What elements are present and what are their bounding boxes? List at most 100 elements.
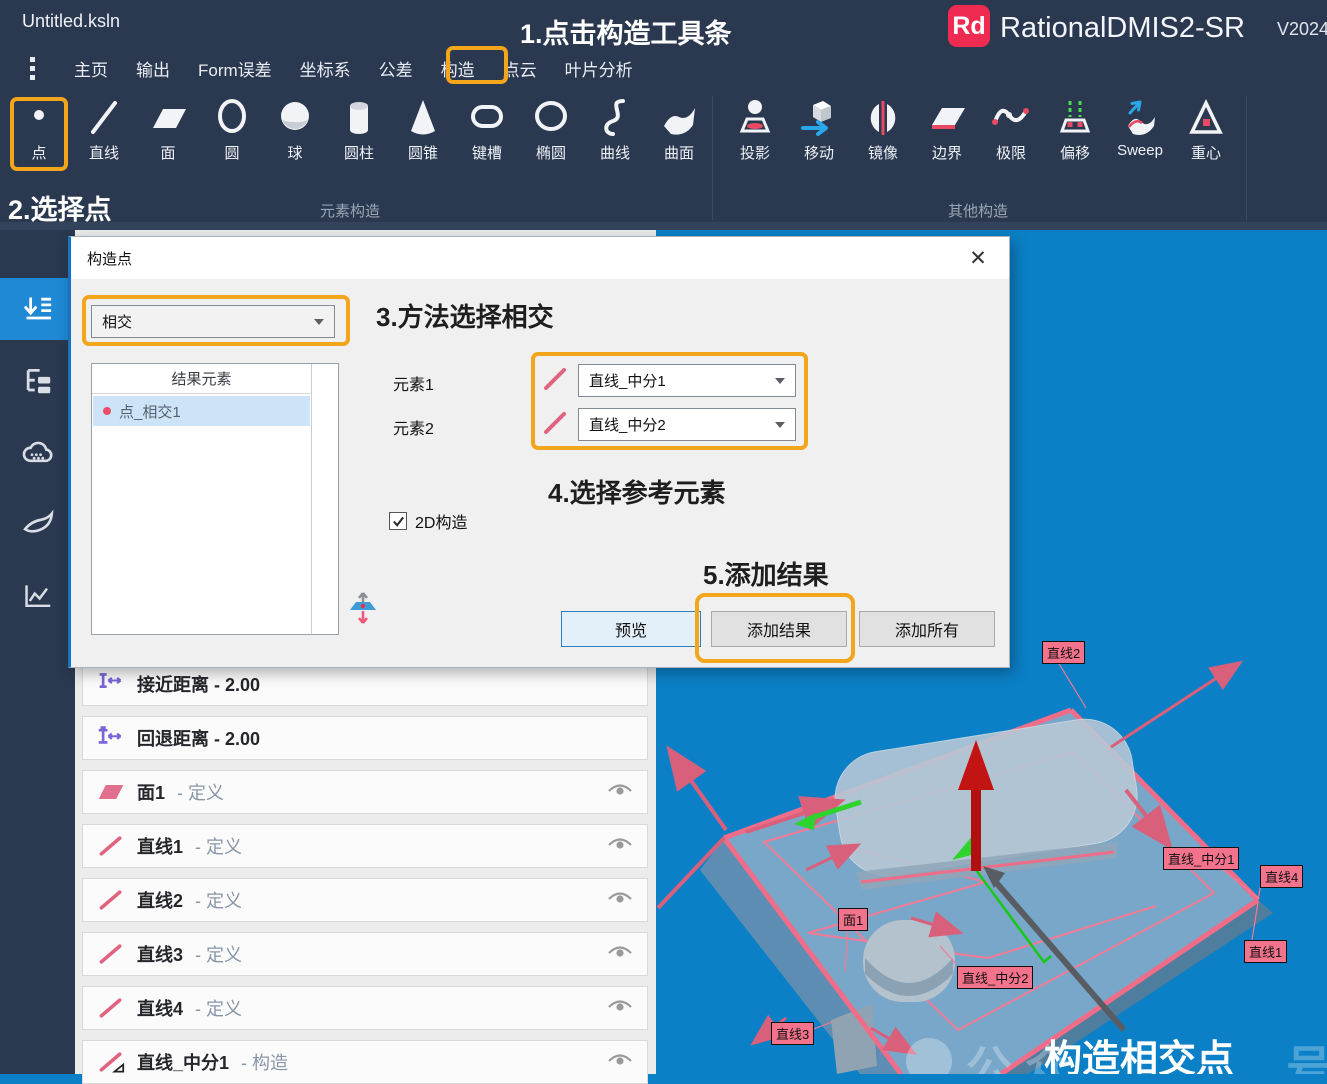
visibility-eye-icon[interactable]: [607, 997, 633, 1019]
menu-item-tolerance[interactable]: 公差: [365, 52, 427, 85]
ribbon-button-cone[interactable]: 圆锥: [391, 96, 455, 172]
limit-icon: [989, 96, 1033, 140]
element1-dropdown[interactable]: 直线_中分1: [578, 364, 796, 397]
hamburger-menu-icon[interactable]: [30, 57, 35, 80]
ribbon-bottom-strip: [0, 222, 1327, 230]
visibility-eye-icon[interactable]: [607, 1051, 633, 1073]
feature-row-line4[interactable]: 直线4 - 定义: [82, 986, 648, 1030]
visibility-eye-icon[interactable]: [607, 835, 633, 857]
menu-item-pointcloud[interactable]: 点云: [489, 52, 551, 85]
visibility-eye-icon[interactable]: [607, 943, 633, 965]
feature-row-plane1[interactable]: 面1 - 定义: [82, 770, 648, 814]
scene-label-line4[interactable]: 直线4: [1260, 865, 1303, 888]
offset-icon: [1053, 96, 1097, 140]
menu-item-home[interactable]: 主页: [60, 52, 122, 85]
element1-label: 元素1: [393, 371, 434, 395]
chevron-down-icon: [775, 422, 785, 428]
cylinder-icon: [337, 96, 381, 140]
ribbon-button-point[interactable]: 点: [7, 96, 71, 172]
2d-construct-checkbox[interactable]: 2D构造: [389, 509, 467, 533]
watermark-text-right: 号: [1286, 1032, 1327, 1074]
ribbon-button-move[interactable]: 移动: [787, 96, 851, 172]
element2-dropdown[interactable]: 直线_中分2: [578, 408, 796, 441]
ribbon-button-surface[interactable]: 曲面: [647, 96, 711, 172]
plane-feature-icon: [97, 781, 125, 803]
menu-item-output[interactable]: 输出: [122, 52, 184, 85]
centroid-icon: [1184, 96, 1228, 140]
line-constructed-icon: [97, 1050, 125, 1074]
ribbon-button-offset[interactable]: 偏移: [1043, 96, 1107, 172]
construct-point-dialog: 构造点 ✕ 相交 3.方法选择相交 结果元素 点_相交1 元素1 元素2 直线_…: [68, 236, 1010, 668]
feature-row-line1[interactable]: 直线1 - 定义: [82, 824, 648, 868]
approach-distance-icon: [97, 672, 125, 696]
point-cloud-icon: [19, 434, 57, 472]
sidebar-item-blade-analysis[interactable]: [0, 493, 75, 555]
boss-feature: [863, 920, 955, 1002]
visibility-eye-icon[interactable]: [607, 889, 633, 911]
menu-item-form-error[interactable]: Form误差: [184, 52, 286, 85]
result-listbox[interactable]: 结果元素 点_相交1: [91, 363, 339, 635]
move-icon: [797, 96, 841, 140]
curve-icon: [593, 96, 637, 140]
cone-icon: [401, 96, 445, 140]
scene-label-line2[interactable]: 直线2: [1042, 641, 1085, 664]
feature-tree-icon: [20, 363, 56, 399]
scene-label-plane1[interactable]: 面1: [838, 908, 868, 931]
ribbon-button-project[interactable]: 投影: [723, 96, 787, 172]
ribbon-separator: [712, 96, 713, 220]
ellipse-icon: [529, 96, 573, 140]
sidebar-item-program-list[interactable]: [0, 278, 75, 340]
project-icon: [733, 96, 777, 140]
line-feature-icon: [97, 888, 125, 912]
sidebar-item-feature-tree[interactable]: [0, 350, 75, 412]
ribbon-button-circle[interactable]: 圆: [200, 96, 264, 172]
line-feature-icon: [541, 365, 569, 393]
ribbon-button-slot[interactable]: 键槽: [455, 96, 519, 172]
scene-label-line-mid2[interactable]: 直线_中分2: [957, 966, 1033, 989]
add-all-button[interactable]: 添加所有: [859, 611, 995, 647]
feature-row-line3[interactable]: 直线3 - 定义: [82, 932, 648, 976]
point-icon: [17, 96, 61, 140]
close-icon[interactable]: ✕: [963, 243, 993, 273]
ribbon-button-boundary[interactable]: 边界: [915, 96, 979, 172]
ribbon-button-limit[interactable]: 极限: [979, 96, 1043, 172]
sidebar-item-point-cloud[interactable]: [0, 422, 75, 484]
add-result-button[interactable]: 添加结果: [711, 611, 847, 647]
ribbon-button-line[interactable]: 直线: [72, 96, 136, 172]
preview-button[interactable]: 预览: [561, 611, 701, 647]
ribbon-button-cylinder[interactable]: 圆柱: [327, 96, 391, 172]
line-feature-icon: [97, 834, 125, 858]
visibility-eye-icon[interactable]: [607, 781, 633, 803]
result-list-item[interactable]: 点_相交1: [93, 396, 310, 426]
feature-row-retract[interactable]: 回退距离 - 2.00: [82, 716, 648, 760]
scene-label-line1[interactable]: 直线1: [1244, 940, 1287, 963]
probe-direction-icon[interactable]: [346, 589, 380, 627]
sphere-icon: [273, 96, 317, 140]
plane-icon: [146, 96, 190, 140]
listbox-column-divider: [311, 364, 312, 634]
menu-item-coordinate[interactable]: 坐标系: [286, 52, 365, 85]
sidebar-item-report-chart[interactable]: [0, 565, 75, 627]
feature-row-line-mid1[interactable]: 直线_中分1 - 构造: [82, 1040, 648, 1084]
ribbon-button-sweep[interactable]: Sweep: [1105, 96, 1175, 172]
feature-row-approach[interactable]: 接近距离 - 2.00: [82, 662, 648, 706]
active-menu-underline: [458, 80, 498, 84]
feature-row-line2[interactable]: 直线2 - 定义: [82, 878, 648, 922]
ribbon-button-mirror[interactable]: 镜像: [851, 96, 915, 172]
scene-label-line-mid1[interactable]: 直线_中分1: [1163, 847, 1239, 870]
menu-item-blade[interactable]: 叶片分析: [551, 52, 647, 85]
method-dropdown[interactable]: 相交: [91, 305, 335, 338]
ribbon-button-centroid[interactable]: 重心: [1174, 96, 1238, 172]
ribbon-button-plane[interactable]: 面: [136, 96, 200, 172]
ribbon-button-ellipse[interactable]: 椭圆: [519, 96, 583, 172]
ribbon-button-curve[interactable]: 曲线: [583, 96, 647, 172]
dialog-titlebar[interactable]: 构造点 ✕: [71, 237, 1009, 279]
ribbon-button-sphere[interactable]: 球: [263, 96, 327, 172]
line-icon: [82, 96, 126, 140]
checkbox-checked-icon[interactable]: [389, 512, 407, 530]
result-list-header: 结果元素: [92, 364, 311, 394]
boundary-icon: [925, 96, 969, 140]
ribbon-group1-label: 元素构造: [320, 200, 380, 221]
annotation-step5: 5.添加结果: [703, 555, 829, 592]
scene-label-line3[interactable]: 直线3: [771, 1022, 814, 1045]
